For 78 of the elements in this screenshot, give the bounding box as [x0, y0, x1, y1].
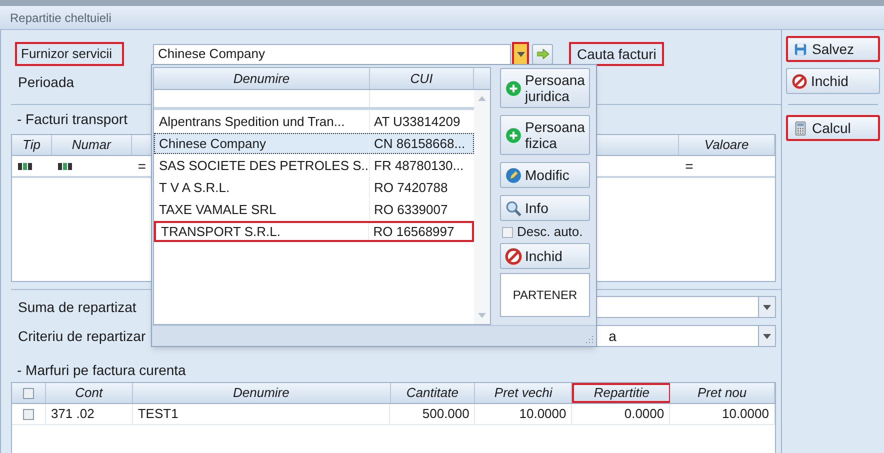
- table-cell-text: AT U33814209: [373, 112, 462, 131]
- add-icon: [505, 126, 522, 144]
- table-cell-text: RO 6339007: [373, 200, 449, 219]
- table-cell: SAS SOCIETE DES PETROLES S...: [154, 155, 370, 176]
- column-header[interactable]: Pret nou: [670, 383, 775, 403]
- popup-button[interactable]: Info: [500, 195, 590, 221]
- popup-button[interactable]: Persoana fizica: [500, 115, 590, 155]
- table-cell-text: RO 7420788: [373, 178, 449, 197]
- checkbox[interactable]: [22, 388, 34, 398]
- column-header[interactable]: Tip: [12, 135, 52, 155]
- popup-button[interactable]: Modific: [500, 162, 590, 188]
- column-header[interactable]: Denumire: [132, 383, 390, 403]
- text-type-icon: [58, 162, 72, 170]
- auto-close-checkbox[interactable]: Desc. auto.: [500, 225, 590, 239]
- combo-value: a: [608, 328, 616, 344]
- partner-button[interactable]: PARTENER: [500, 273, 590, 317]
- resize-grip-icon[interactable]: [585, 335, 594, 344]
- caret-icon: [516, 52, 524, 56]
- text-type-icon: [18, 162, 32, 170]
- list-row[interactable]: TAXE VAMALE SRL RO 6339007: [154, 199, 474, 220]
- window-title: Repartitie cheltuieli: [10, 10, 112, 26]
- pencil-icon: [505, 166, 522, 184]
- table-cell-text: RO 16568997: [372, 223, 456, 240]
- search-icon: [505, 200, 522, 216]
- table-cell-text: CN 86158668...: [373, 134, 466, 153]
- arrow-right-icon: [536, 49, 548, 59]
- cancel-icon: [505, 248, 522, 264]
- table-cell-text: =: [685, 156, 694, 176]
- scroll-down-icon[interactable]: [478, 313, 486, 318]
- field-label: Criteriu de repartizar: [18, 326, 147, 346]
- table-cell: Alpentrans Spedition und Tran...: [154, 111, 370, 132]
- column-header[interactable]: Repartitie: [572, 383, 670, 403]
- go-button[interactable]: [532, 44, 553, 64]
- caret-icon: [763, 334, 771, 338]
- action-button[interactable]: Calcul: [786, 115, 880, 141]
- table-cell-text: FR 48780130...: [373, 156, 465, 175]
- field-label: Perioada: [18, 72, 74, 92]
- table-cell: TAXE VAMALE SRL: [154, 199, 370, 220]
- scroll-up-icon[interactable]: [478, 96, 486, 101]
- table-cell-text: =: [138, 156, 146, 176]
- scrollbar[interactable]: [474, 90, 490, 324]
- field-label: Suma de repartizat: [18, 298, 138, 317]
- list-row[interactable]: TRANSPORT S.R.L. RO 16568997: [154, 221, 474, 242]
- calculator-icon: [793, 120, 808, 136]
- checkbox[interactable]: [22, 408, 34, 420]
- column-header[interactable]: Denumire: [154, 68, 370, 89]
- supplier-combo[interactable]: Chinese Company: [153, 44, 511, 64]
- cancel-icon: [792, 74, 807, 88]
- column-header[interactable]: Valoare: [679, 135, 775, 155]
- column-header[interactable]: CUI: [370, 68, 474, 89]
- popup-button[interactable]: Inchid: [500, 243, 590, 269]
- list-row[interactable]: Alpentrans Spedition und Tran... AT U33814209: [154, 111, 474, 132]
- popup-button[interactable]: Persoana juridica: [500, 68, 590, 108]
- column-header[interactable]: Pret vechi: [475, 383, 572, 403]
- section-title: - Facturi transport: [17, 110, 128, 129]
- dropdown-button[interactable]: [512, 42, 529, 66]
- table-cell-text: 10.0000: [722, 405, 769, 424]
- list-row[interactable]: SAS SOCIETE DES PETROLES S...FR 48780130...: [154, 155, 474, 176]
- column-header[interactable]: Cantitate: [390, 383, 476, 403]
- section-title: - Marfuri pe factura curenta: [17, 361, 186, 379]
- column-header[interactable]: Cont: [46, 383, 133, 403]
- table-cell-text: 0.0000: [624, 405, 664, 424]
- action-button[interactable]: Salvez: [786, 36, 880, 62]
- table-cell-text: 371 .02: [50, 405, 94, 424]
- caret-icon: [763, 304, 771, 310]
- column-header[interactable]: Numar: [52, 135, 132, 155]
- table-cell: T V A S.R.L.: [154, 177, 370, 198]
- table-cell-text: 10.0000: [519, 405, 566, 424]
- list-row[interactable]: Chinese Company CN 86158668...: [154, 133, 474, 154]
- save-icon: [793, 42, 808, 56]
- table-cell-text: TEST1: [138, 405, 178, 424]
- table-cell: Chinese Company: [154, 133, 370, 154]
- add-icon: [505, 80, 522, 96]
- action-button[interactable]: Inchid: [786, 68, 880, 94]
- field-label: Furnizor servicii: [15, 42, 124, 66]
- table-cell-text: 500.000: [422, 405, 470, 424]
- list-row[interactable]: T V A S.R.L. RO 7420788: [154, 177, 474, 198]
- table-cell: TRANSPORT S.R.L.: [156, 223, 370, 240]
